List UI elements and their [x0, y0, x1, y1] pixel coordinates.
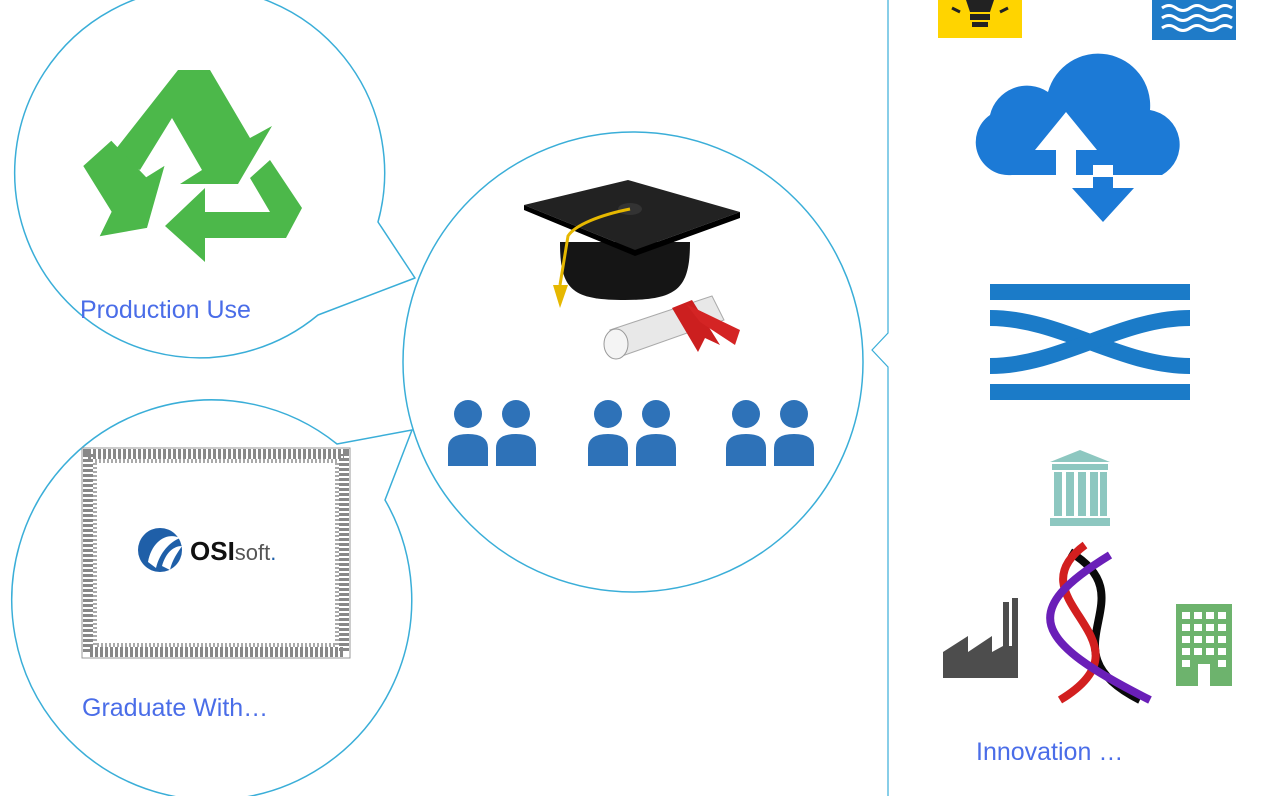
certificate-brand: OSIsoft.	[190, 536, 276, 566]
graduate-with-label: Graduate With…	[82, 694, 268, 722]
factory-icon	[943, 598, 1018, 678]
osisoft-logo-icon	[138, 528, 182, 572]
lightbulb-icon	[938, 0, 1022, 38]
office-building-icon	[1176, 604, 1232, 686]
innovation-label: Innovation …	[976, 738, 1123, 766]
production-use-label: Production Use	[80, 296, 251, 324]
cloud-upload-download-icon	[975, 53, 1180, 222]
data-crossing-icon	[989, 284, 1191, 400]
right-panel-divider	[871, 0, 889, 796]
water-waves-icon	[1152, 0, 1236, 40]
institution-building-icon	[1050, 450, 1110, 526]
diagram-canvas: Production Use OSIsoft. Graduate With… I…	[11, 0, 1236, 796]
dna-helix-icon	[1046, 541, 1152, 704]
